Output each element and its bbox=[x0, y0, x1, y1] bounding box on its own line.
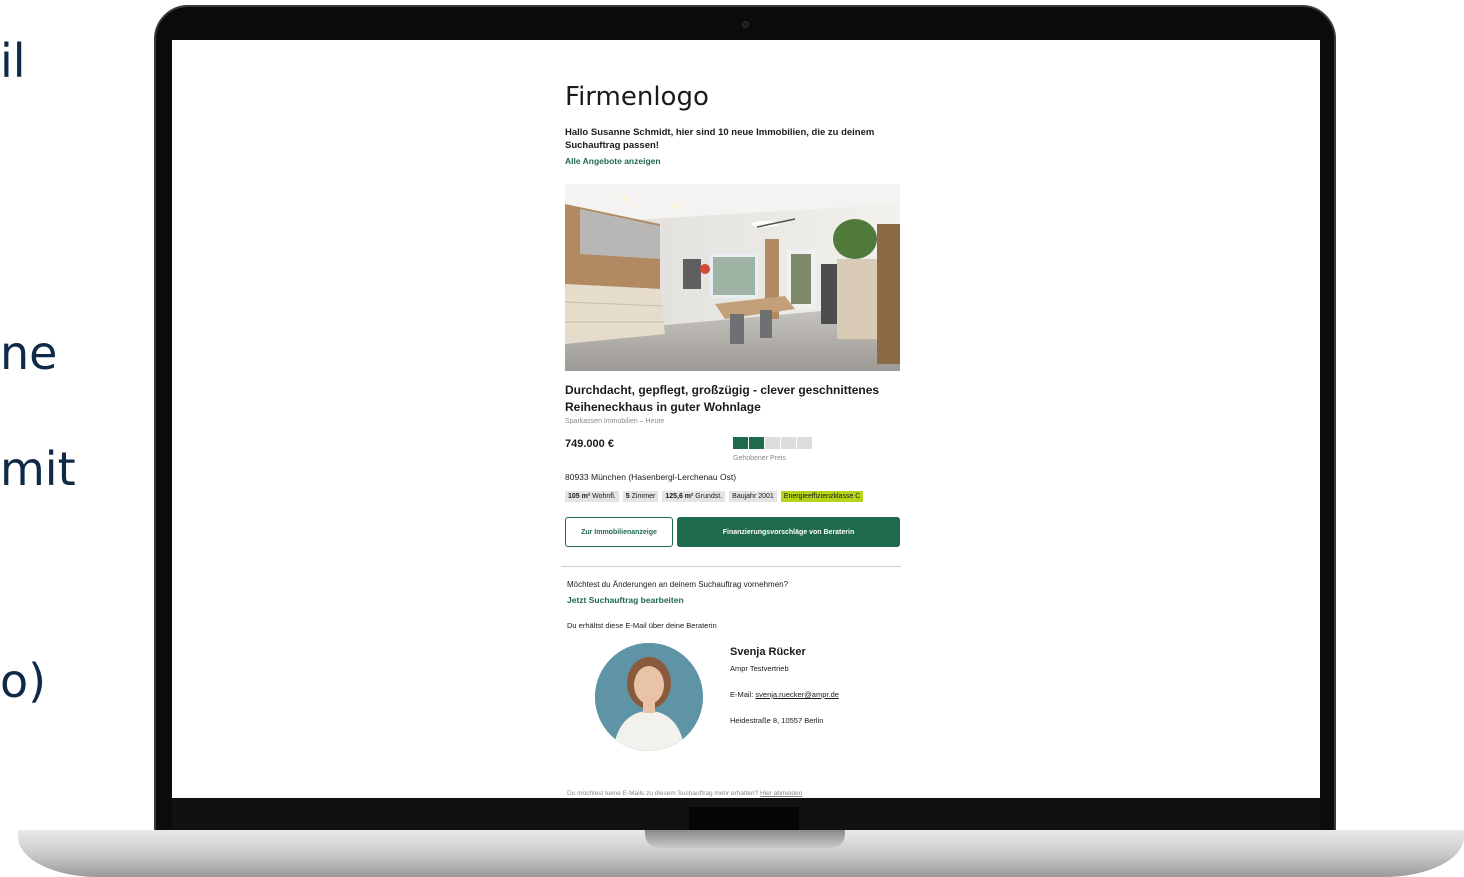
listing-address: 80933 München (Hasenbergl-Lerchenau Ost) bbox=[565, 472, 737, 482]
advisor-company: Ampr Testvertrieb bbox=[730, 664, 789, 673]
listing-tag: 5 Zimmer bbox=[622, 491, 659, 502]
laptop-base-groove bbox=[645, 830, 845, 848]
camera-icon bbox=[742, 21, 749, 28]
advisor-email-line: E-Mail: svenja.ruecker@ampr.de bbox=[730, 690, 839, 699]
advisor-email-link[interactable]: svenja.ruecker@ampr.de bbox=[755, 690, 839, 699]
energy-class-badge: Energieeffizienzklasse C bbox=[780, 491, 864, 502]
listing-tag-value: 125,6 m² bbox=[665, 493, 694, 500]
listing-tag: Baujahr 2001 bbox=[729, 491, 777, 502]
slide-text-fragment-1: il bbox=[0, 34, 26, 88]
listing-tag-label: Energieeffizienzklasse C bbox=[783, 493, 861, 500]
price-level-segment bbox=[749, 437, 764, 449]
price-level-segment bbox=[781, 437, 796, 449]
listing-source: Sparkassen Immobilien – Heute bbox=[565, 418, 665, 425]
unsubscribe-link[interactable]: Hier abmelden bbox=[760, 790, 802, 797]
advisor-avatar bbox=[595, 643, 703, 751]
laptop-screen: Firmenlogo Hallo Susanne Schmidt, hier s… bbox=[172, 40, 1320, 798]
listing-tags: 105 m² Wohnfl. 5 Zimmer 125,6 m² Grundst. B… bbox=[565, 491, 864, 502]
kitchen-image bbox=[565, 184, 900, 371]
listing-photo[interactable] bbox=[565, 184, 900, 371]
financing-proposals-button[interactable]: Finanzierungsvorschläge von Beraterin bbox=[677, 517, 900, 547]
price-level-segment bbox=[797, 437, 812, 449]
advisor-address: Heidestraße 8, 10557 Berlin bbox=[730, 716, 824, 725]
slide-text-fragment-2: ne bbox=[0, 326, 58, 380]
slide-text-fragment-4: o) bbox=[0, 654, 47, 708]
listing-title[interactable]: Durchdacht, gepflegt, großzügig - clever… bbox=[565, 382, 895, 415]
all-offers-link[interactable]: Alle Angebote anzeigen bbox=[565, 156, 661, 166]
price-level-indicator bbox=[733, 437, 812, 449]
advisor-photo bbox=[595, 643, 703, 751]
advisor-name: Svenja Rücker bbox=[730, 646, 806, 658]
view-listing-button[interactable]: Zur Immobilienanzeige bbox=[565, 517, 673, 547]
listing-tag-label: Grundst. bbox=[693, 493, 723, 500]
change-search-question: Möchtest du Änderungen an deinem Suchauf… bbox=[567, 580, 789, 589]
listing-tag-label: Baujahr 2001 bbox=[732, 493, 774, 500]
advisor-email-prefix: E-Mail: bbox=[730, 690, 756, 699]
price-level-segment bbox=[765, 437, 780, 449]
unsubscribe-text: Du möchtest keine E-Mails zu diesem Such… bbox=[567, 790, 760, 797]
listing-tag: 105 m² Wohnfl. bbox=[565, 491, 619, 502]
greeting-text: Hallo Susanne Schmidt, hier sind 10 neue… bbox=[565, 127, 875, 151]
listing-price: 749.000 € bbox=[565, 438, 614, 450]
advisor-intro-text: Du erhältst diese E-Mail über deine Bera… bbox=[567, 621, 717, 630]
unsubscribe-line: Du möchtest keine E-Mails zu diesem Such… bbox=[567, 790, 802, 797]
listing-tag-value: 105 m² bbox=[568, 493, 591, 500]
price-level-segment bbox=[733, 437, 748, 449]
listing-tag-label: Zimmer bbox=[629, 493, 656, 500]
slide-text-fragment-3: mit bbox=[0, 442, 76, 496]
divider bbox=[561, 566, 901, 567]
price-level-label: Gehobener Preis bbox=[733, 455, 786, 462]
edit-search-link[interactable]: Jetzt Suchauftrag bearbeiten bbox=[567, 595, 684, 605]
laptop-lid: Firmenlogo Hallo Susanne Schmidt, hier s… bbox=[154, 5, 1336, 837]
company-logo: Firmenlogo bbox=[565, 82, 709, 112]
listing-tag: 125,6 m² Grundst. bbox=[662, 491, 726, 502]
listing-tag-label: Wohnfl. bbox=[590, 493, 616, 500]
